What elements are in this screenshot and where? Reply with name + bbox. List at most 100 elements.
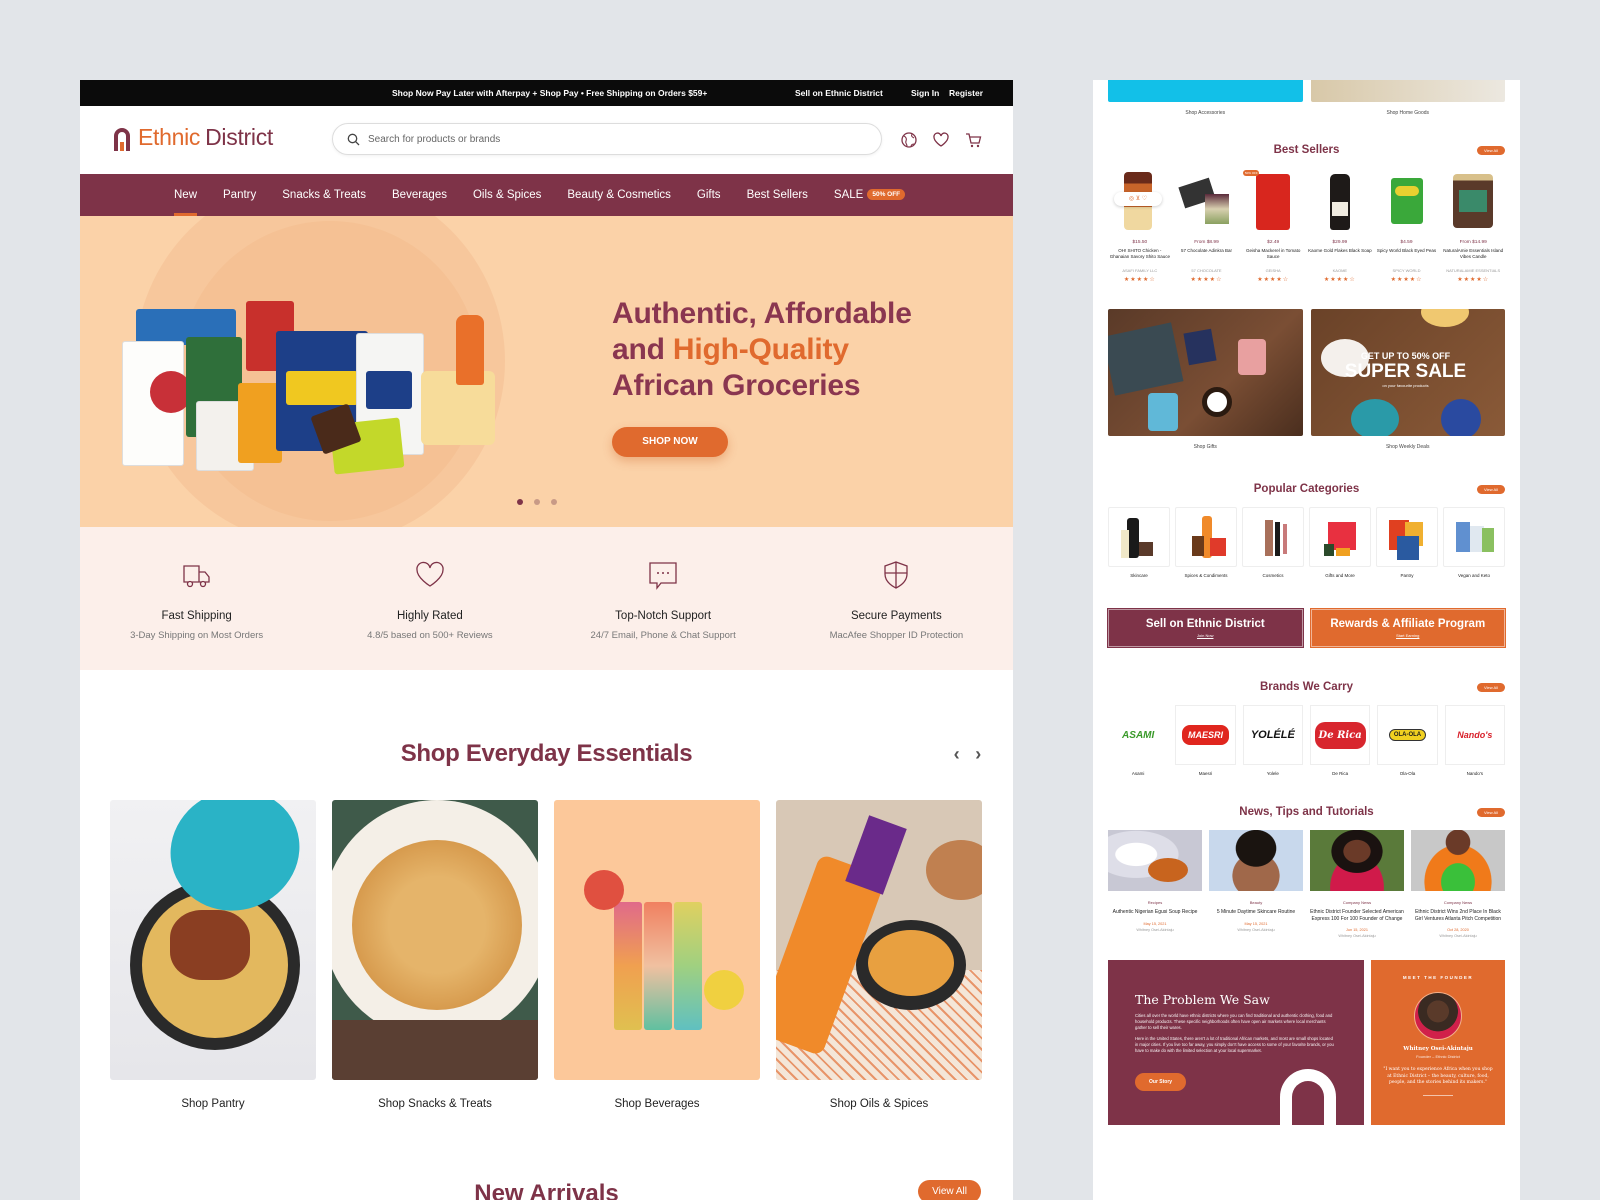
sell-link[interactable]: Sell on Ethnic District bbox=[795, 88, 883, 98]
caption[interactable]: Shop Weekly Deals bbox=[1311, 444, 1506, 450]
promo-text: Shop Now Pay Later with Afterpay + Shop … bbox=[392, 88, 708, 98]
news-card[interactable]: Company News Ethnic District Wins 2nd Pl… bbox=[1411, 830, 1505, 938]
brand-tile[interactable]: ASAMI Asami bbox=[1108, 705, 1168, 777]
product-image bbox=[1375, 168, 1439, 234]
category-tile-spices[interactable]: Spices & Condiments bbox=[1175, 507, 1237, 578]
brand-tile[interactable]: MAESRI Maesri bbox=[1175, 705, 1236, 776]
category-label: Pantry bbox=[1400, 573, 1414, 578]
truck-icon bbox=[182, 565, 210, 588]
shop-now-button[interactable]: SHOP NOW bbox=[612, 427, 728, 457]
category-label: Shop Oils & Spices bbox=[829, 1098, 929, 1110]
view-all-button[interactable]: View All bbox=[1477, 683, 1505, 692]
nav-item-pantry[interactable]: Pantry bbox=[223, 174, 256, 216]
logo-text-district: District bbox=[205, 124, 273, 150]
category-tile-skincare[interactable]: Skincare bbox=[1108, 507, 1170, 578]
news-image bbox=[1209, 830, 1303, 891]
super-sale-text: GET UP TO 50% OFF SUPER SALE on your fav… bbox=[1341, 351, 1471, 388]
category-label: Shop Pantry bbox=[181, 1098, 245, 1110]
sell-on-ethnic-district-banner[interactable]: Sell on Ethnic District Join Now bbox=[1107, 608, 1304, 648]
our-story-button[interactable]: Our Story bbox=[1135, 1073, 1187, 1091]
brand-logo: YOLÉLÉ bbox=[1242, 705, 1303, 765]
nav-item-oils-spices[interactable]: Oils & Spices bbox=[473, 174, 541, 216]
cta-banners: Sell on Ethnic District Join Now Rewards… bbox=[1107, 608, 1506, 648]
feature-title: Fast Shipping bbox=[161, 610, 232, 622]
sign-in-link[interactable]: Sign In bbox=[911, 88, 939, 98]
nav-item-snacks-treats[interactable]: Snacks & Treats bbox=[282, 174, 366, 216]
logo-arch-decoration bbox=[1280, 1069, 1336, 1125]
site-header: Ethnic District Search for products or b… bbox=[80, 106, 1013, 174]
chevron-right-icon[interactable]: › bbox=[975, 744, 981, 765]
chevron-left-icon[interactable]: ‹ bbox=[954, 744, 960, 765]
nav-item-new[interactable]: New bbox=[174, 174, 198, 216]
promo-tiles: GET UP TO 50% OFF SUPER SALE on your fav… bbox=[1108, 309, 1505, 436]
product-card[interactable]: From $14.99 NaturalAmie Essentials Islan… bbox=[1441, 168, 1505, 283]
view-all-button[interactable]: View All bbox=[918, 1180, 981, 1200]
caption[interactable]: Shop Gifts bbox=[1108, 444, 1303, 450]
brand-tile[interactable]: YOLÉLÉ Yolele bbox=[1242, 705, 1303, 776]
nav-item-best-sellers[interactable]: Best Sellers bbox=[747, 174, 808, 216]
brands-title: Brands We Carry bbox=[1259, 681, 1354, 693]
category-tile-gifts[interactable]: Gifts and More bbox=[1309, 507, 1371, 578]
product-name: 57 Chocolate Adinkra Bar bbox=[1180, 248, 1233, 253]
view-all-button[interactable]: View All bbox=[1477, 146, 1505, 155]
globe-icon[interactable] bbox=[900, 131, 918, 149]
product-card[interactable]: $29.99 Kaome Gold Flakes Black Soap KAOM… bbox=[1308, 168, 1372, 283]
carousel-dot-2[interactable] bbox=[534, 499, 540, 505]
best-sellers-header: Best Sellers View All bbox=[1108, 144, 1505, 156]
gifts-promo-image[interactable] bbox=[1108, 309, 1303, 436]
register-link[interactable]: Register bbox=[949, 88, 983, 98]
nav-item-gifts[interactable]: Gifts bbox=[697, 174, 721, 216]
product-card[interactable]: $4.59 Spicy World Black Eyed Peas SPICY … bbox=[1375, 168, 1439, 283]
start-earning-link[interactable]: Start Earning bbox=[1312, 633, 1505, 638]
product-image: ◎ ⊻ ♡ bbox=[1108, 168, 1172, 234]
view-all-button[interactable]: View All bbox=[1477, 808, 1505, 817]
product-brand: NATURALAMIE ESSENTIALS bbox=[1446, 268, 1501, 273]
home-goods-image[interactable] bbox=[1310, 80, 1505, 102]
brand-tile[interactable]: Nando's Nando's bbox=[1444, 705, 1505, 776]
category-tile-pantry[interactable]: Pantry bbox=[1376, 507, 1438, 578]
product-card[interactable]: 50% OFF $2.49 Geisha Mackerel in Tomato … bbox=[1241, 168, 1305, 283]
category-label: Spices & Condiments bbox=[1184, 573, 1228, 578]
product-card[interactable]: From $8.99 57 Chocolate Adinkra Bar 57 C… bbox=[1175, 168, 1239, 283]
brand-logo-box: MAESRI bbox=[1175, 705, 1236, 765]
product-price: $15.50 bbox=[1132, 240, 1148, 245]
category-label: Cosmetics bbox=[1262, 573, 1284, 578]
accessories-image[interactable] bbox=[1108, 80, 1303, 102]
category-card-snacks[interactable]: Shop Snacks & Treats bbox=[332, 800, 538, 1110]
category-tile-vegan-keto[interactable]: Vegan and Keto bbox=[1443, 507, 1505, 578]
brand-tile[interactable]: OLA-OLA Ola-Ola bbox=[1377, 705, 1438, 776]
nav-item-beverages[interactable]: Beverages bbox=[392, 174, 447, 216]
weekly-deals-promo-image[interactable]: GET UP TO 50% OFF SUPER SALE on your fav… bbox=[1310, 309, 1505, 436]
news-card[interactable]: Recipes Authentic Nigerian Egusi Soup Re… bbox=[1108, 830, 1202, 938]
product-rating: ★★★★☆ bbox=[1257, 277, 1290, 283]
carousel-arrows: ‹ › bbox=[954, 744, 982, 765]
caption[interactable]: Shop Home Goods bbox=[1311, 110, 1506, 116]
wishlist-heart-icon[interactable] bbox=[932, 131, 950, 149]
cart-icon[interactable] bbox=[964, 131, 982, 149]
nav-item-sale[interactable]: SALE 50% OFF bbox=[834, 174, 906, 216]
product-card[interactable]: ◎ ⊻ ♡ $15.50 OH! SHITO Chicken - Ghanaia… bbox=[1108, 168, 1172, 283]
sale-line-2: SUPER SALE bbox=[1344, 361, 1467, 382]
nav-item-beauty-cosmetics[interactable]: Beauty & Cosmetics bbox=[567, 174, 671, 216]
category-card-pantry[interactable]: Shop Pantry bbox=[110, 800, 316, 1110]
brand-tile[interactable]: De Rica De Rica bbox=[1309, 705, 1371, 776]
carousel-dot-3[interactable] bbox=[551, 499, 557, 505]
caption[interactable]: Shop Accessories bbox=[1108, 110, 1303, 116]
news-card[interactable]: Company News Ethnic District Founder Sel… bbox=[1310, 830, 1404, 938]
carousel-dot-1[interactable] bbox=[517, 499, 523, 505]
product-image: 50% OFF bbox=[1241, 168, 1305, 234]
main-nav: New Pantry Snacks & Treats Beverages Oil… bbox=[80, 174, 1013, 216]
logo[interactable]: Ethnic District bbox=[111, 124, 273, 151]
category-tile-cosmetics[interactable]: Cosmetics bbox=[1242, 507, 1304, 578]
category-card-beverages[interactable]: Shop Beverages bbox=[554, 800, 760, 1110]
join-now-link[interactable]: Join Now bbox=[1109, 633, 1302, 638]
new-arrivals-title: New Arrivals bbox=[474, 1180, 619, 1200]
product-rating: ★★★★☆ bbox=[1190, 277, 1223, 283]
news-card[interactable]: Beauty 5 Minute Daytime Skincare Routine… bbox=[1209, 830, 1303, 938]
best-sellers-list: ◎ ⊻ ♡ $15.50 OH! SHITO Chicken - Ghanaia… bbox=[1108, 168, 1505, 283]
product-rating: ★★★★☆ bbox=[1390, 277, 1423, 283]
category-card-oils-spices[interactable]: Shop Oils & Spices bbox=[776, 800, 982, 1110]
rewards-affiliate-banner[interactable]: Rewards & Affiliate Program Start Earnin… bbox=[1309, 608, 1506, 648]
search-input[interactable]: Search for products or brands bbox=[332, 123, 882, 155]
view-all-button[interactable]: View All bbox=[1477, 485, 1505, 494]
